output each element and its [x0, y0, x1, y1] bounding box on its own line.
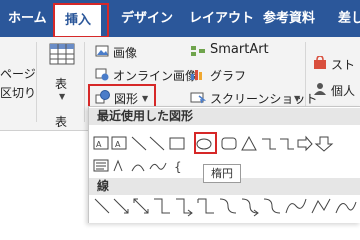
- shapes-button-highlight: [88, 84, 156, 108]
- picture-icon: [95, 44, 109, 58]
- tab-mailings[interactable]: 差し: [338, 0, 360, 37]
- svg-text:{: {: [174, 160, 182, 174]
- recent-shapes-header: 最近使用した図形: [89, 108, 360, 125]
- page-break-label[interactable]: ページ: [0, 65, 36, 82]
- tab-layout[interactable]: レイアウト: [189, 0, 254, 37]
- screenshot-dropdown-icon[interactable]: ▼: [294, 94, 300, 103]
- svg-text:A: A: [96, 140, 102, 149]
- my-addins-button[interactable]: 個人: [331, 82, 355, 99]
- table-dropdown-icon[interactable]: ▼: [59, 92, 65, 101]
- tab-home[interactable]: ホーム: [8, 0, 47, 37]
- chart-button[interactable]: グラフ: [210, 67, 246, 84]
- group-separator: [36, 42, 37, 122]
- online-picture-icon: [95, 67, 109, 81]
- my-addins-icon: [313, 82, 327, 96]
- tab-design[interactable]: デザイン: [121, 0, 173, 37]
- screenshot-icon: [190, 90, 207, 104]
- table-group-label: 表: [55, 115, 68, 129]
- page-break-label-2[interactable]: 区切り: [0, 84, 36, 101]
- smartart-icon: [190, 44, 205, 58]
- table-button-label[interactable]: 表: [55, 75, 67, 92]
- recent-shapes-row-2: {: [93, 159, 182, 174]
- table-icon[interactable]: [49, 43, 75, 65]
- lines-shapes-row: [94, 198, 357, 217]
- tab-references[interactable]: 参考資料: [263, 0, 315, 37]
- picture-button[interactable]: 画像: [113, 44, 137, 61]
- svg-text:A: A: [115, 140, 121, 149]
- store-button[interactable]: スト: [331, 56, 355, 73]
- store-icon: [313, 55, 327, 70]
- screenshot-button[interactable]: スクリーンショット: [210, 90, 317, 107]
- recent-shapes-row-1: A A: [93, 135, 334, 152]
- online-picture-button[interactable]: オンライン画像: [113, 67, 197, 84]
- smartart-button[interactable]: SmartArt: [210, 42, 269, 57]
- group-separator: [84, 42, 85, 122]
- chart-icon: [190, 67, 204, 81]
- shape-tooltip: 楕円: [203, 164, 241, 183]
- oval-shape[interactable]: [196, 134, 215, 152]
- insert-tab-highlight: [53, 3, 109, 38]
